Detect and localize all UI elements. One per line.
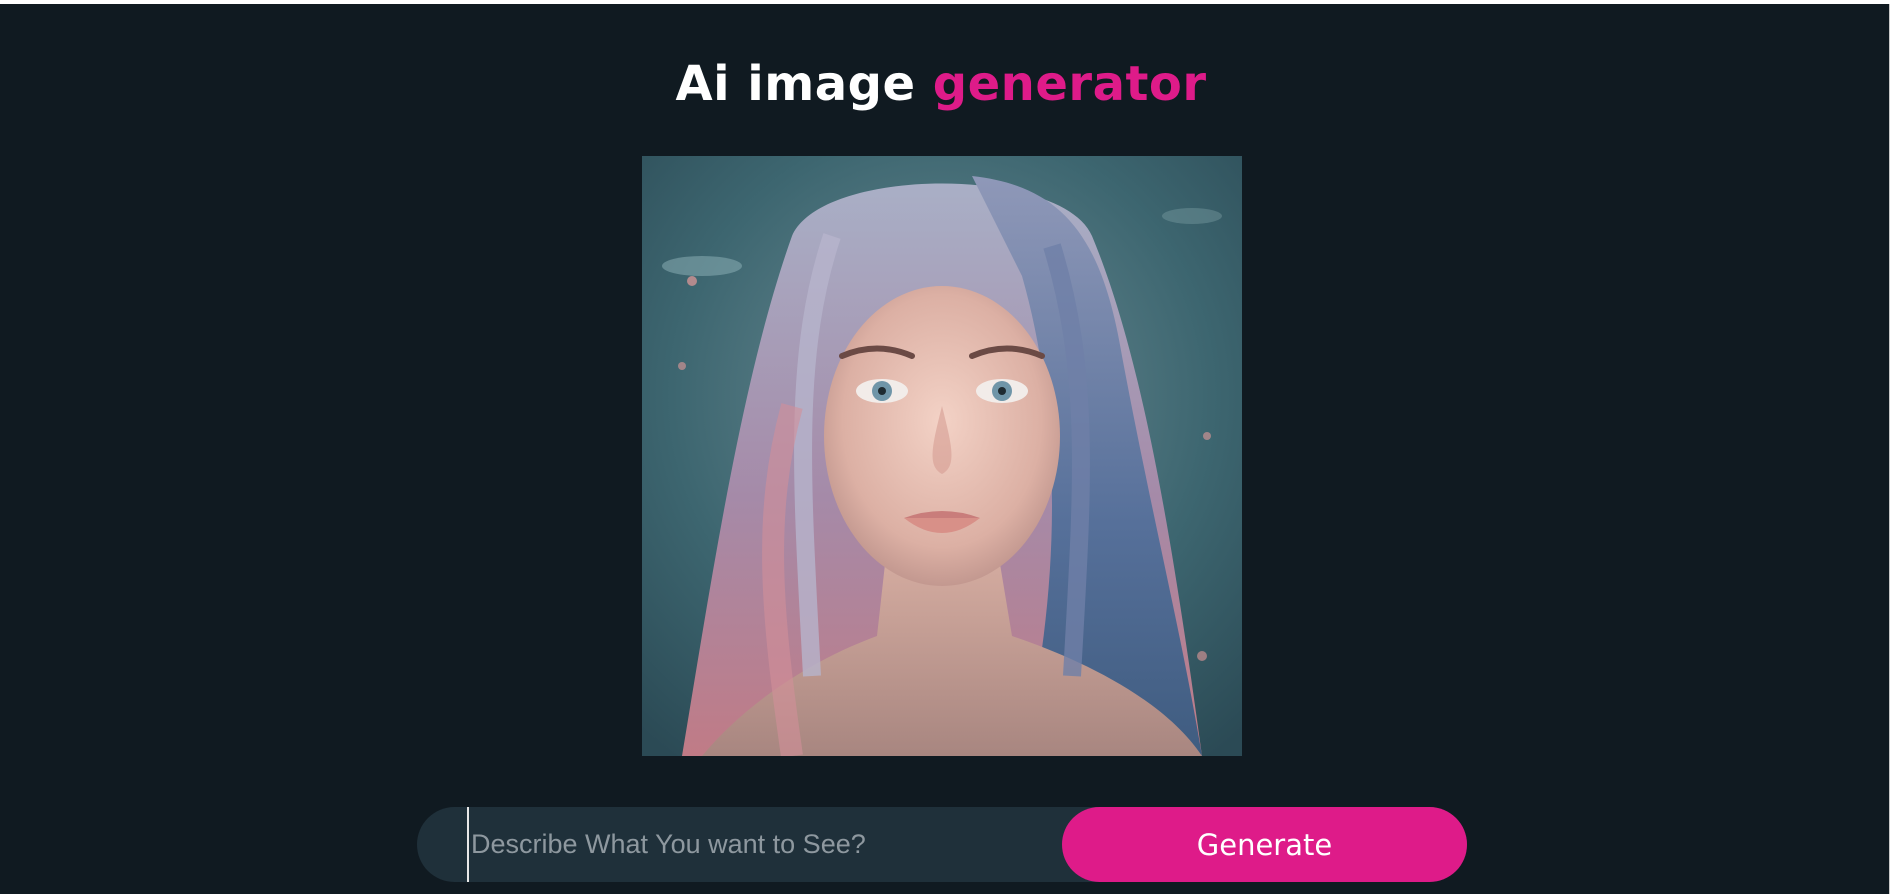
page-title: Ai image generator bbox=[0, 56, 1882, 112]
generate-button[interactable]: Generate bbox=[1062, 807, 1467, 882]
generated-image bbox=[642, 156, 1242, 756]
prompt-bar: Generate bbox=[417, 807, 1467, 882]
title-main: Ai image bbox=[675, 56, 916, 112]
generated-image-portrait bbox=[642, 156, 1242, 756]
title-accent: generator bbox=[932, 56, 1207, 112]
app-window: Ai image generator Describe What You wan… bbox=[0, 4, 1890, 894]
prompt-input[interactable] bbox=[467, 807, 1051, 882]
